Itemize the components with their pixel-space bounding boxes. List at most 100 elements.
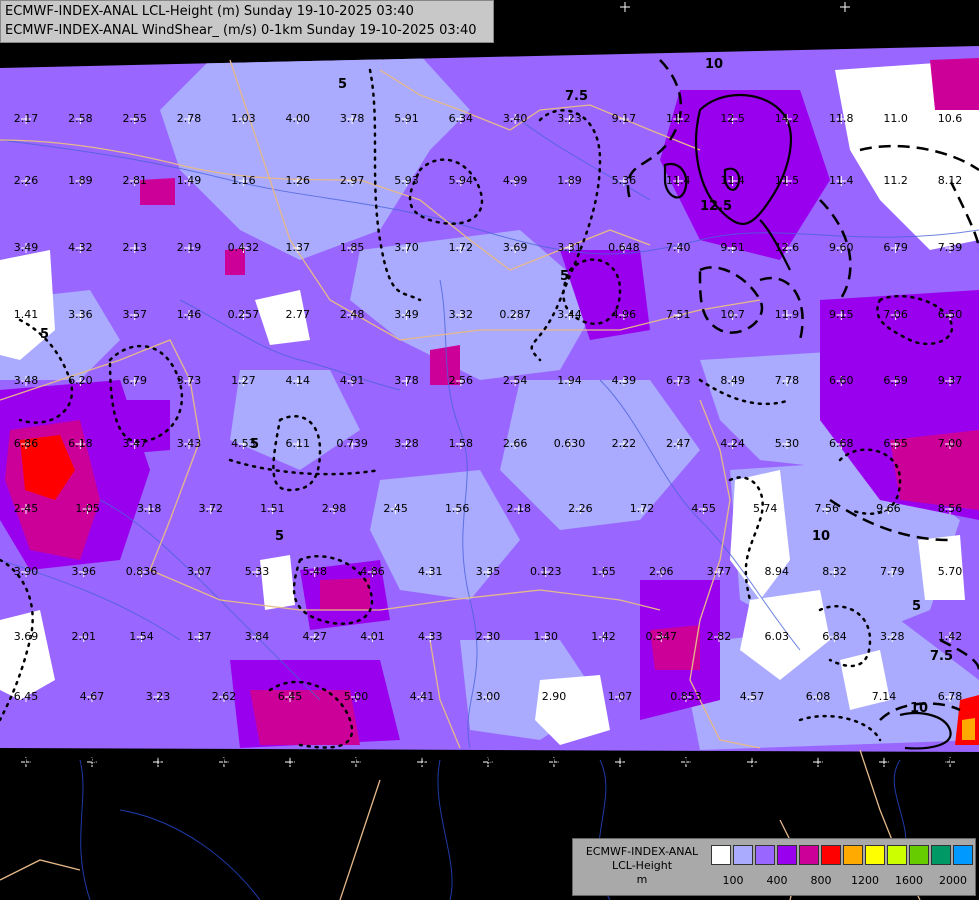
station-value: 3.25 bbox=[410, 755, 435, 768]
station-value: 2.09 bbox=[212, 755, 237, 768]
station-value: 2.47 bbox=[666, 437, 691, 450]
station-value: 2.26 bbox=[568, 502, 593, 515]
station-value: 12.5 bbox=[720, 112, 745, 125]
legend-tick: 1600 bbox=[895, 874, 923, 887]
station-value: 10.6 bbox=[938, 112, 963, 125]
legend-parameter: LCL-Height bbox=[611, 859, 673, 872]
station-value: 3.77 bbox=[707, 565, 732, 578]
station-value: 4.57 bbox=[740, 690, 765, 703]
station-value: 5.93 bbox=[394, 174, 419, 187]
station-value: 2.90 bbox=[542, 690, 567, 703]
legend-title: ECMWF-INDEX-ANAL LCL-Height m bbox=[579, 845, 705, 887]
station-value: 5.33 bbox=[245, 565, 270, 578]
station-value: 2.58 bbox=[68, 112, 93, 125]
station-value: 2.19 bbox=[177, 241, 202, 254]
map-title-box: ECMWF-INDEX-ANAL LCL-Height (m) Sunday 1… bbox=[0, 0, 494, 43]
station-value: 4.33 bbox=[418, 630, 443, 643]
station-value: 6.60 bbox=[829, 374, 854, 387]
station-value: 4.39 bbox=[612, 374, 637, 387]
station-value: 1.42 bbox=[938, 630, 963, 643]
contour-label: 10 bbox=[910, 701, 928, 716]
station-value: 8.94 bbox=[765, 565, 790, 578]
station-value: 3.35 bbox=[476, 565, 501, 578]
station-value: 10.8 bbox=[938, 755, 963, 768]
legend-tick: 1200 bbox=[851, 874, 879, 887]
station-value: 0.257 bbox=[228, 308, 260, 321]
station-value: 5.39 bbox=[806, 755, 831, 768]
station-value: 2.17 bbox=[14, 112, 39, 125]
station-value: 3.28 bbox=[880, 630, 905, 643]
station-value: 4.31 bbox=[418, 565, 443, 578]
contour-label: 10 bbox=[705, 57, 723, 72]
station-value: 3.78 bbox=[394, 374, 419, 387]
legend-swatch bbox=[953, 845, 973, 865]
station-value: 1.89 bbox=[68, 174, 93, 187]
station-value: 3.90 bbox=[14, 565, 39, 578]
station-value: 4.53 bbox=[231, 437, 256, 450]
station-value: 11.4 bbox=[666, 174, 691, 187]
station-value: 9.15 bbox=[829, 308, 854, 321]
legend-model: ECMWF-INDEX-ANAL bbox=[585, 845, 699, 858]
station-value: 4.99 bbox=[503, 174, 528, 187]
legend-swatch bbox=[711, 845, 731, 865]
lcl-band-1200-1400 bbox=[962, 718, 975, 740]
station-value: 3.23 bbox=[557, 112, 582, 125]
station-value: 11.4 bbox=[720, 174, 745, 187]
station-value: 5.91 bbox=[394, 112, 419, 125]
station-value: 11.2 bbox=[666, 112, 691, 125]
station-value: 1.94 bbox=[557, 374, 582, 387]
legend-tick: 800 bbox=[810, 874, 832, 887]
station-value: 4.93 bbox=[476, 755, 501, 768]
station-value: 7.14 bbox=[872, 690, 897, 703]
legend-swatch bbox=[777, 845, 797, 865]
station-value: 2.62 bbox=[212, 690, 237, 703]
legend-unit: m bbox=[636, 873, 648, 886]
station-value: 3.31 bbox=[557, 241, 582, 254]
station-value: 6.08 bbox=[806, 690, 831, 703]
station-value: 3.96 bbox=[72, 565, 97, 578]
station-value: 2.06 bbox=[649, 565, 674, 578]
station-value: 3.32 bbox=[449, 308, 474, 321]
contour-label: 5 bbox=[275, 529, 284, 544]
station-value: 11.4 bbox=[829, 174, 854, 187]
station-value: 6.08 bbox=[14, 755, 39, 768]
station-value: 1.92 bbox=[80, 755, 105, 768]
station-value: 3.48 bbox=[14, 374, 39, 387]
station-value: 2.55 bbox=[122, 112, 147, 125]
station-value: 4.12 bbox=[608, 755, 633, 768]
station-value: 5.00 bbox=[344, 690, 369, 703]
station-value: 4.67 bbox=[80, 690, 105, 703]
station-value: 2.77 bbox=[286, 308, 311, 321]
station-value: 4.27 bbox=[303, 630, 328, 643]
station-value: 7.00 bbox=[938, 437, 963, 450]
station-value: 3.47 bbox=[122, 437, 147, 450]
station-value: 1.65 bbox=[591, 565, 616, 578]
station-value: 2.13 bbox=[122, 241, 147, 254]
legend-tick: 100 bbox=[722, 874, 744, 887]
title-windshear: ECMWF-INDEX-ANAL WindShear_ (m/s) 0-1km … bbox=[5, 23, 477, 38]
station-value: 3.78 bbox=[340, 112, 365, 125]
station-value: 1.46 bbox=[177, 308, 202, 321]
station-value: 5.36 bbox=[612, 174, 637, 187]
station-value: 2.54 bbox=[503, 374, 528, 387]
station-value: 3.36 bbox=[68, 308, 93, 321]
station-value: 9.60 bbox=[829, 241, 854, 254]
station-value: 6.06 bbox=[542, 755, 567, 768]
station-value: 7.78 bbox=[775, 374, 800, 387]
station-value: 6.68 bbox=[829, 437, 854, 450]
station-value: 8.32 bbox=[822, 565, 847, 578]
station-value: 3.21 bbox=[740, 755, 765, 768]
contour-label: 7.5 bbox=[565, 89, 588, 104]
station-value: 1.58 bbox=[449, 437, 474, 450]
station-value: 3.08 bbox=[344, 755, 369, 768]
station-value: 1.42 bbox=[591, 630, 616, 643]
station-value: 6.34 bbox=[449, 112, 474, 125]
station-value: 3.57 bbox=[122, 308, 147, 321]
contour-label: 5 bbox=[560, 269, 569, 284]
legend-swatch bbox=[843, 845, 863, 865]
station-value: 11.5 bbox=[775, 174, 800, 187]
title-lcl-height: ECMWF-INDEX-ANAL LCL-Height (m) Sunday 1… bbox=[5, 4, 414, 19]
station-value: 6.45 bbox=[278, 690, 303, 703]
station-value: 2.48 bbox=[340, 308, 365, 321]
station-value: 9.51 bbox=[720, 241, 745, 254]
